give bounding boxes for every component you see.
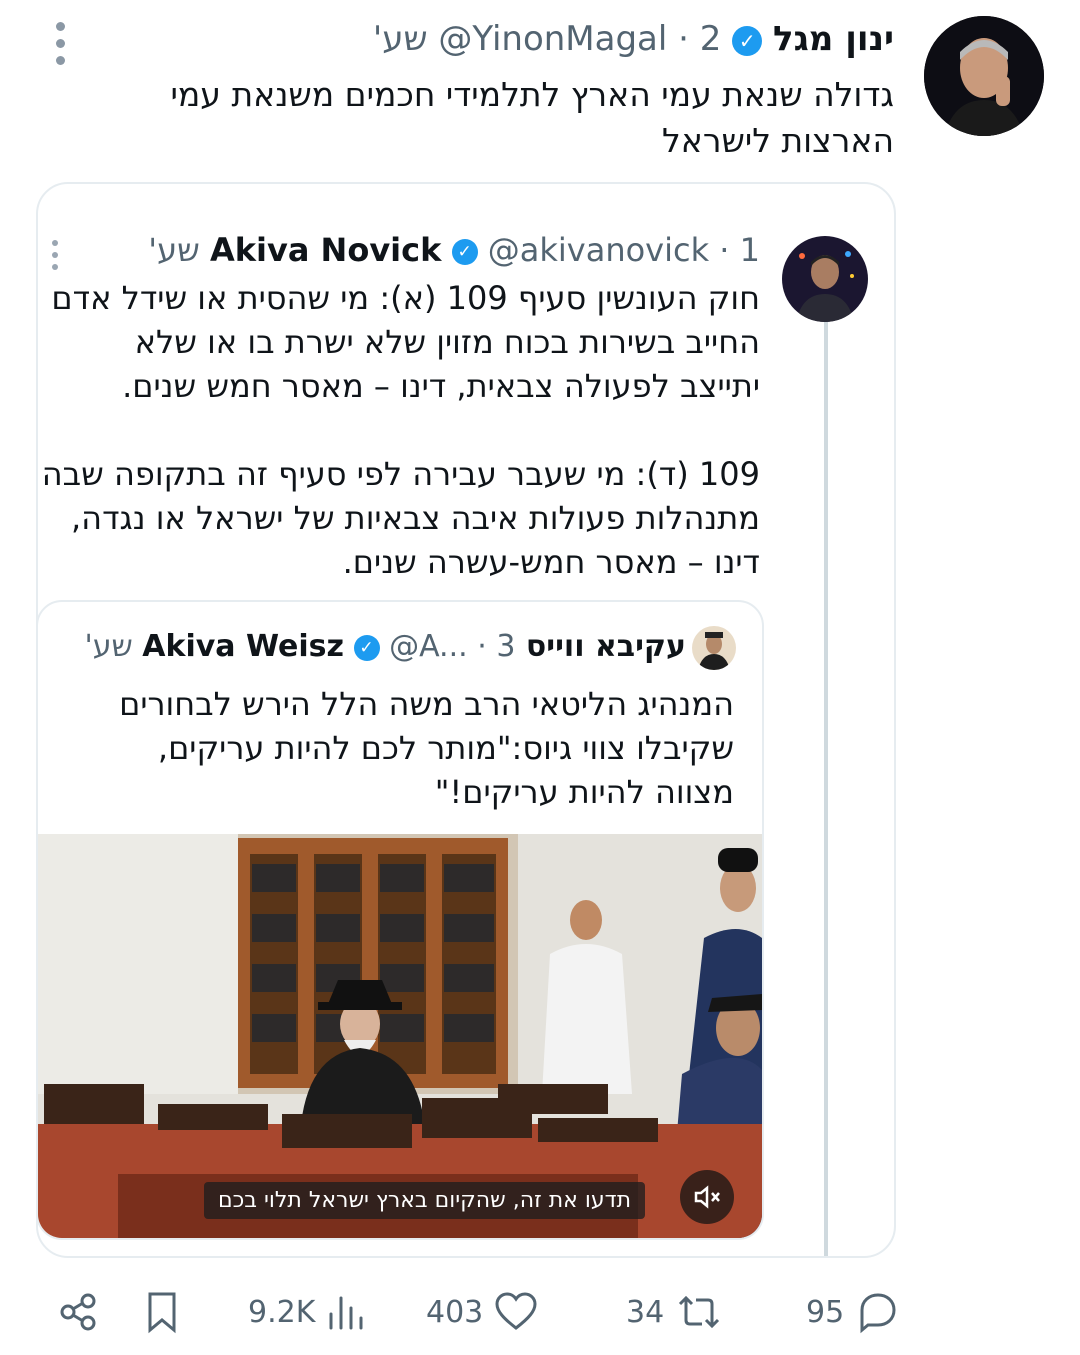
share-icon: [60, 1293, 96, 1331]
nested-line: שקיבלו צווי גיוס:"מותר לכם להיות עריקים,: [157, 729, 734, 767]
nested-quote-text: המנהיג הליטאי הרב משה הלל הירש לבחורים ש…: [74, 682, 734, 814]
reply-bubble-icon: [860, 1293, 896, 1334]
views-bar-chart-icon: [329, 1296, 363, 1330]
verified-badge-icon: ✓: [732, 25, 763, 56]
retweets-count: 34: [626, 1294, 665, 1330]
quoted-line: החייב בשירות בכוח מזוין שלא ישרת בו או ש…: [134, 323, 760, 361]
views-count: 9.2K: [248, 1294, 316, 1330]
quoted-line: דינו – מאסר חמש-עשרה שנים.: [342, 543, 760, 581]
quoted-line: מתנהלות פעולות איבה צבאיות של ישראל או נ…: [70, 499, 760, 537]
nested-quote-card[interactable]: עקיבא ווייס Akiva Weisz ✓ @A... · 3 שע' …: [36, 600, 764, 1240]
main-more-options-icon[interactable]: [56, 22, 65, 73]
like-button[interactable]: 403: [426, 1290, 539, 1334]
views-button[interactable]: 9.2K: [248, 1290, 365, 1334]
quoted-tweet-header: Akiva Novick ✓ @akivanovick · 1 שע': [148, 231, 760, 269]
quoted-author-handle[interactable]: @akivanovick: [488, 231, 709, 269]
main-author-name[interactable]: ינון מגל: [773, 19, 894, 59]
nested-quote-header: עקיבא ווייס Akiva Weisz ✓ @A... · 3 שע': [84, 629, 686, 664]
main-author-avatar[interactable]: [924, 16, 1044, 136]
quoted-tweet-text: חוק העונשין סעיף 109 (א): מי שהסית או שי…: [30, 276, 760, 584]
video-thumbnail[interactable]: תדעו את זה, שהקיום בארץ ישראל תלוי בכם: [38, 834, 762, 1238]
main-author-handle[interactable]: @YinonMagal: [438, 19, 667, 59]
retweet-button[interactable]: 34: [626, 1290, 724, 1334]
retweet-icon: [679, 1295, 720, 1329]
heart-icon: [495, 1292, 537, 1330]
bookmark-icon: [148, 1292, 176, 1334]
speaker-muted-icon[interactable]: [680, 1170, 734, 1224]
reply-button[interactable]: 95: [806, 1290, 900, 1334]
quoted-line: חוק העונשין סעיף 109 (א): מי שהסית או שי…: [51, 279, 760, 317]
quoted-author-name[interactable]: Akiva Novick: [210, 231, 441, 269]
main-tweet-header: ינון מגל ✓ @YinonMagal · 2 שע': [372, 19, 894, 59]
quoted-line: יתייצב לפעולה צבאית, דינו – מאסר חמש שני…: [122, 367, 760, 405]
thread-line: [824, 320, 828, 1256]
replies-count: 95: [806, 1294, 845, 1330]
share-button[interactable]: [56, 1290, 100, 1334]
quoted-more-options-icon[interactable]: [52, 240, 58, 276]
video-subtitle: תדעו את זה, שהקיום בארץ ישראל תלוי בכם: [204, 1182, 646, 1219]
nested-author-handle[interactable]: @A...: [389, 629, 468, 664]
likes-count: 403: [426, 1294, 484, 1330]
main-tweet-line: גדולה שנאת עמי הארץ לתלמידי חכמים משנאת …: [170, 75, 895, 114]
quoted-author-avatar[interactable]: [782, 236, 868, 322]
nested-author-avatar[interactable]: [692, 626, 736, 670]
nested-line: מצווה להיות עריקים!": [434, 773, 734, 811]
main-tweet-line: הארצות לישראל: [662, 121, 894, 160]
verified-badge-icon: ✓: [353, 634, 380, 661]
quoted-line: 109 (ד): מי שעבר עבירה לפי סעיף זה בתקופ…: [41, 455, 760, 493]
main-tweet-text: גדולה שנאת עמי הארץ לתלמידי חכמים משנאת …: [134, 72, 895, 164]
verified-badge-icon: ✓: [451, 239, 478, 265]
bookmark-button[interactable]: [142, 1290, 182, 1334]
nested-line: המנהיג הליטאי הרב משה הלל הירש לבחורים: [119, 685, 734, 723]
